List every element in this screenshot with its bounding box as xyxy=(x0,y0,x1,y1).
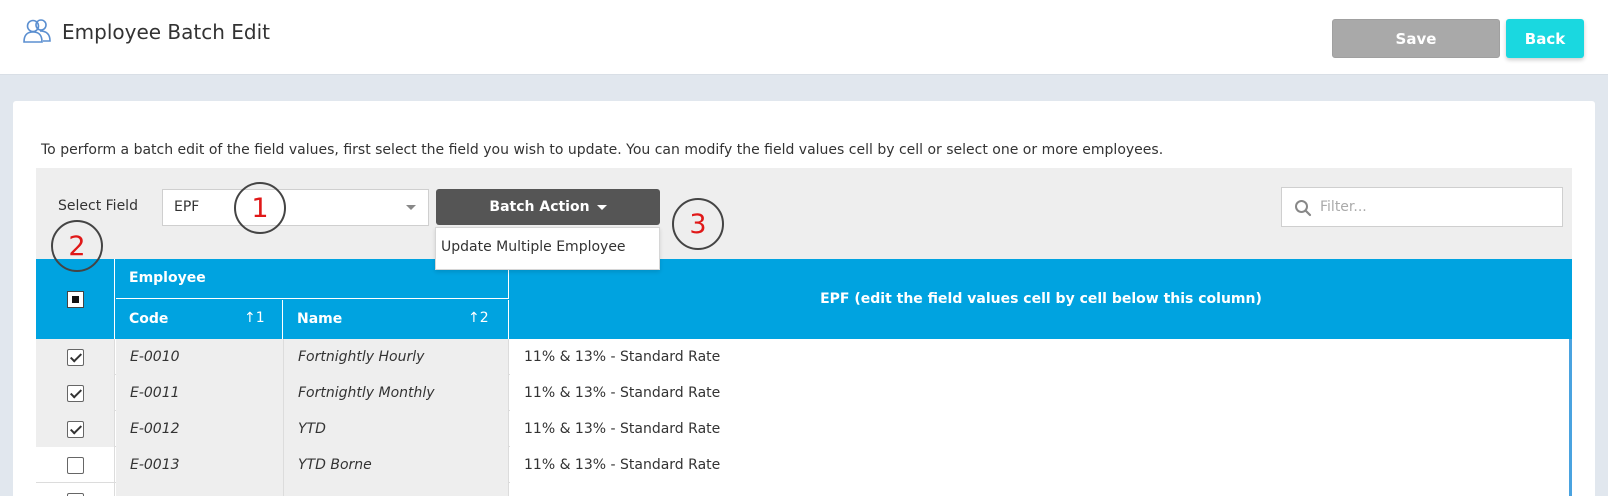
row-checkbox[interactable] xyxy=(66,420,84,438)
row-checkbox[interactable] xyxy=(66,456,84,474)
row-checkbox[interactable] xyxy=(66,384,84,402)
table-header: Employee Code ↑1 Name ↑2 EPF (edit the f… xyxy=(36,259,1572,339)
code-column-header[interactable]: Code ↑1 xyxy=(116,300,283,339)
employee-name-cell: Fortnightly Hourly xyxy=(284,339,509,375)
employee-name-cell: Fortnightly Monthly xyxy=(284,375,509,411)
table-row: E-0010 Fortnightly Hourly 11% & 13% - St… xyxy=(36,339,1572,375)
batch-action-label: Batch Action xyxy=(489,199,590,215)
employee-name-cell: YTD xyxy=(284,411,509,447)
row-checkbox[interactable] xyxy=(66,492,84,496)
row-select-cell xyxy=(36,339,115,375)
row-select-cell xyxy=(36,483,115,496)
epf-value-cell[interactable]: 11% & 13% - Standard Rate xyxy=(510,375,1572,411)
field-select-value: EPF xyxy=(174,199,200,215)
annotation-marker-2: 2 xyxy=(51,220,103,272)
search-icon xyxy=(1295,200,1312,217)
table-body: E-0010 Fortnightly Hourly 11% & 13% - St… xyxy=(36,339,1572,496)
sort-asc-icon[interactable]: ↑1 xyxy=(244,310,265,326)
table-row: E-0013 YTD Borne 11% & 13% - Standard Ra… xyxy=(36,447,1572,483)
page-title: Employee Batch Edit xyxy=(62,20,270,44)
row-select-cell xyxy=(36,375,115,411)
sort-order-code: 1 xyxy=(255,310,265,326)
epf-column-header: EPF (edit the field values cell by cell … xyxy=(820,291,1262,307)
batch-action-menu: Update Multiple Employee xyxy=(435,227,660,270)
row-checkbox[interactable] xyxy=(66,348,84,366)
employee-name-cell: YTD Borne xyxy=(284,447,509,483)
sort-asc-icon[interactable]: ↑2 xyxy=(468,310,489,326)
code-column-label: Code xyxy=(129,311,169,327)
batch-action-button[interactable]: Batch Action xyxy=(436,189,660,225)
table-row: E-0012 YTD 11% & 13% - Standard Rate xyxy=(36,411,1572,447)
users-icon xyxy=(22,17,52,47)
employee-code-cell: E-0012 xyxy=(116,411,284,447)
filter-input[interactable] xyxy=(1320,196,1550,218)
row-select-cell xyxy=(36,447,115,483)
annotation-marker-3: 3 xyxy=(672,198,724,250)
back-button[interactable]: Back xyxy=(1506,19,1584,58)
chevron-down-icon xyxy=(406,205,416,210)
table-row: E-0011 Fortnightly Monthly 11% & 13% - S… xyxy=(36,375,1572,411)
employee-code-cell: E-0010 xyxy=(116,339,284,375)
name-column-header[interactable]: Name ↑2 xyxy=(284,300,509,339)
save-button[interactable]: Save xyxy=(1332,19,1500,58)
select-all-checkbox[interactable] xyxy=(66,290,84,308)
epf-value-cell[interactable]: 11% & 13% - Standard Rate xyxy=(510,411,1572,447)
epf-value-cell[interactable]: 11% & 13% - Standard Rate xyxy=(510,339,1572,375)
caret-down-icon xyxy=(596,204,607,210)
top-bar: Employee Batch Edit Save Back xyxy=(0,0,1608,75)
employee-code-cell: E-0013 xyxy=(116,447,284,483)
epf-value-cell[interactable] xyxy=(510,483,1572,496)
annotation-marker-1: 1 xyxy=(234,182,286,234)
sort-order-name: 2 xyxy=(479,310,489,326)
employee-name-cell xyxy=(284,483,509,496)
field-select[interactable]: EPF xyxy=(162,189,429,226)
employee-code-cell xyxy=(116,483,284,496)
name-column-label: Name xyxy=(297,311,343,327)
employee-code-cell: E-0011 xyxy=(116,375,284,411)
select-field-label: Select Field xyxy=(58,198,138,214)
row-select-cell xyxy=(36,411,115,447)
epf-value-cell[interactable]: 11% & 13% - Standard Rate xyxy=(510,447,1572,483)
table-row-partial xyxy=(36,483,1572,496)
instructions-text: To perform a batch edit of the field val… xyxy=(41,142,1164,158)
filter-box[interactable] xyxy=(1281,187,1563,227)
menu-item-update-multiple-employee[interactable]: Update Multiple Employee xyxy=(441,239,626,255)
